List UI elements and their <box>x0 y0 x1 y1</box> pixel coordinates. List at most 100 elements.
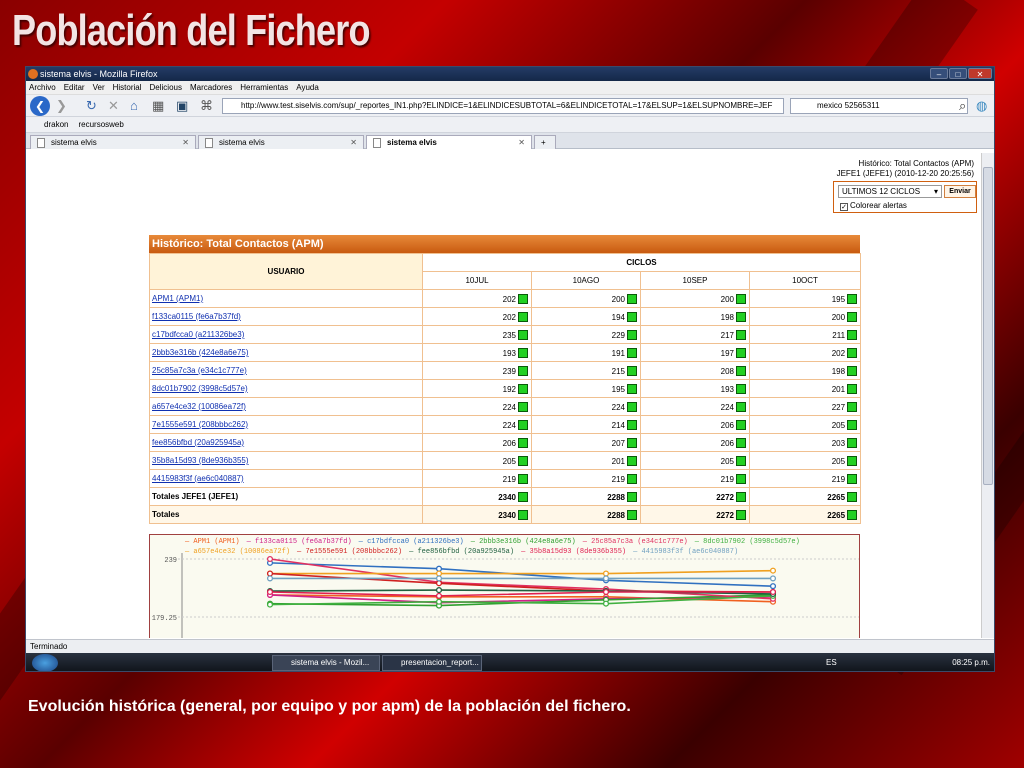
status-ok-icon <box>847 347 858 358</box>
stop-icon[interactable]: ✕ <box>108 98 119 114</box>
cycles-select[interactable]: ULTIMOS 12 CICLOS ▾ <box>838 185 942 198</box>
report-panel: Histórico: Total Contactos (APM) USUARIO… <box>149 235 862 524</box>
data-point[interactable] <box>435 598 443 605</box>
user-link[interactable]: 4415983f3f (ae6c040887) <box>149 469 423 488</box>
search-input[interactable]: mexico 52565311 <box>790 98 968 114</box>
status-ok-icon <box>627 473 637 484</box>
scrollbar-thumb[interactable] <box>983 167 993 485</box>
value-cell: 208 <box>640 361 750 380</box>
value-cell: 205 <box>422 451 532 470</box>
toolbar-app-icon[interactable]: ▦ <box>152 98 164 114</box>
user-link[interactable]: 2bbb3e316b (424e8a6e75) <box>149 343 423 362</box>
window-title: sistema elvis - Mozilla Firefox <box>40 69 158 79</box>
data-point[interactable] <box>602 575 610 582</box>
tab-sistema-elvis-3[interactable]: sistema elvis ✕ <box>366 135 532 149</box>
data-point[interactable] <box>602 588 610 596</box>
user-link[interactable]: 35b8a15d93 (8de936b355) <box>149 451 423 470</box>
addon-icon[interactable]: ◍ <box>976 98 987 114</box>
user-link[interactable]: fee856bfbd (20a925945a) <box>149 433 423 452</box>
toolbar-page-icon[interactable]: ▣ <box>176 98 188 114</box>
bookmark-drakon[interactable]: drakon <box>44 117 68 132</box>
value-cell: 219 <box>531 469 641 488</box>
data-point[interactable] <box>266 601 274 608</box>
value-text: 239 <box>502 366 516 376</box>
status-ok-icon <box>518 329 528 340</box>
color-alerts-checkbox[interactable]: ✓ Colorear alertas <box>840 201 907 211</box>
home-icon[interactable]: ⌂ <box>130 98 138 114</box>
data-point[interactable] <box>769 575 777 582</box>
status-ok-icon <box>847 455 858 466</box>
reload-icon[interactable]: ↻ <box>86 98 97 114</box>
table-row: fee856bfbd (20a925945a) 206 207 206 203 <box>149 433 862 452</box>
status-bar: Terminado <box>26 639 994 653</box>
start-button[interactable] <box>32 654 58 671</box>
close-tab-icon[interactable]: ✕ <box>350 136 357 149</box>
status-ok-icon <box>736 401 746 412</box>
data-point[interactable] <box>266 588 274 596</box>
data-point[interactable] <box>435 580 443 587</box>
value-text: 195 <box>611 384 625 394</box>
menu-ver[interactable]: Ver <box>93 81 105 94</box>
status-ok-icon <box>627 383 637 394</box>
status-ok-icon <box>627 419 637 430</box>
forward-button[interactable]: ❯ <box>56 98 67 114</box>
url-bar[interactable]: http://www.test.siselvis.com/sup/_report… <box>222 98 784 114</box>
vertical-scrollbar[interactable] <box>981 153 994 638</box>
menu-archivo[interactable]: Archivo <box>29 81 56 94</box>
new-tab-button[interactable]: + <box>534 135 556 149</box>
data-point[interactable] <box>266 555 274 563</box>
tag-icon[interactable]: ⌘ <box>200 98 213 114</box>
back-button[interactable]: ❮ <box>30 96 50 116</box>
data-point[interactable] <box>435 565 443 572</box>
user-link[interactable]: f133ca0115 (fe6a7b37fd) <box>149 307 423 326</box>
table-row: a657e4ce32 (10086ea72f) 224 224 224 227 <box>149 397 862 416</box>
data-point[interactable] <box>769 583 777 590</box>
close-tab-icon[interactable]: ✕ <box>182 136 189 149</box>
search-icon[interactable]: ⌕ <box>959 98 966 114</box>
user-link[interactable]: c17bdfcca0 (a211326be3) <box>149 325 423 344</box>
minimize-button[interactable]: – <box>930 68 948 79</box>
tab-sistema-elvis-2[interactable]: sistema elvis ✕ <box>198 135 364 149</box>
user-link[interactable]: 25c85a7c3a (e34c1c777e) <box>149 361 423 380</box>
data-point[interactable] <box>602 570 610 577</box>
menu-herramientas[interactable]: Herramientas <box>240 81 288 94</box>
data-point[interactable] <box>769 588 777 596</box>
tab-sistema-elvis-1[interactable]: sistema elvis ✕ <box>30 135 196 149</box>
tab-label: sistema elvis <box>219 138 265 147</box>
user-link[interactable]: 7e1555e591 (208bbbc262) <box>149 415 423 434</box>
user-link[interactable]: 8dc01b7902 (3998c5d57e) <box>149 379 423 398</box>
status-ok-icon <box>736 473 746 484</box>
data-point[interactable] <box>435 592 443 599</box>
value-cell: 202 <box>422 307 532 326</box>
menu-editar[interactable]: Editar <box>64 81 85 94</box>
user-link[interactable]: a657e4ce32 (10086ea72f) <box>149 397 423 416</box>
value-cell: 197 <box>640 343 750 362</box>
data-point[interactable] <box>769 567 777 574</box>
close-button[interactable]: ✕ <box>968 68 992 79</box>
user-link[interactable]: APM1 (APM1) <box>149 289 423 308</box>
data-point[interactable] <box>435 575 443 582</box>
value-text: 2340 <box>498 492 516 502</box>
menu-delicious[interactable]: Delicious <box>150 81 182 94</box>
menu-marcadores[interactable]: Marcadores <box>190 81 232 94</box>
data-point[interactable] <box>266 575 274 582</box>
status-ok-icon <box>847 473 858 484</box>
send-button[interactable]: Enviar <box>944 185 976 198</box>
close-tab-icon[interactable]: ✕ <box>518 136 525 149</box>
menu-ayuda[interactable]: Ayuda <box>296 81 319 94</box>
maximize-button[interactable]: □ <box>949 68 967 79</box>
bookmark-recursosweb[interactable]: recursosweb <box>78 117 123 132</box>
menu-historial[interactable]: Historial <box>113 81 142 94</box>
status-ok-icon <box>847 419 858 430</box>
task-presentation[interactable]: presentacion_report... <box>382 655 482 671</box>
data-point[interactable] <box>266 570 274 577</box>
status-ok-icon <box>518 311 528 322</box>
value-cell: 206 <box>640 433 750 452</box>
header-line-1: Histórico: Total Contactos (APM) <box>858 159 974 168</box>
language-indicator[interactable]: ES <box>826 655 837 671</box>
value-cell: 194 <box>531 307 641 326</box>
data-point[interactable] <box>435 570 443 577</box>
task-firefox[interactable]: sistema elvis - Mozil... <box>272 655 380 671</box>
data-point[interactable] <box>435 587 443 594</box>
data-point[interactable] <box>602 600 610 607</box>
